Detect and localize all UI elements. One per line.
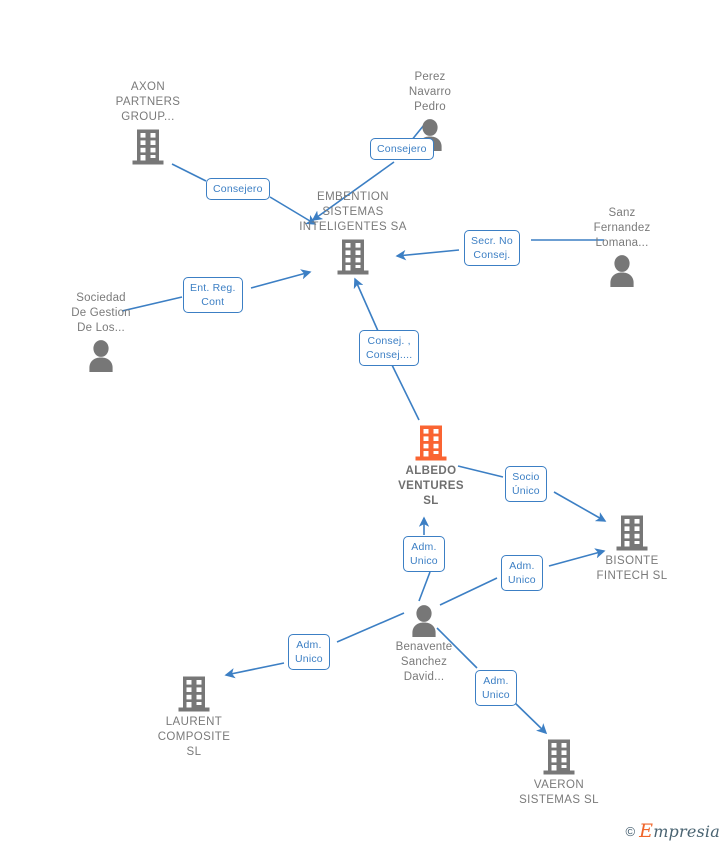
building-icon — [177, 675, 211, 713]
edge-line-badge-embention-5 — [353, 277, 379, 332]
node-embention-sistemas-inteligentes-sa[interactable]: EMBENTION SISTEMAS INTELIGENTES SA — [268, 190, 438, 276]
edge-badge-adm-unico-bisonte[interactable]: Adm. Unico — [501, 555, 543, 591]
building-icon — [336, 238, 370, 276]
relationship-diagram-canvas: Perez Navarro Pedro AXON PARTNERS GROUP.… — [0, 0, 728, 850]
edge-badge-adm-unico-albedo[interactable]: Adm. Unico — [403, 536, 445, 572]
edge-line-adm3-laurent — [224, 662, 285, 679]
node-benavente-sanchez-david[interactable]: Benavente Sanchez David... — [364, 604, 484, 685]
node-vaeron-sistemas-sl[interactable]: VAERON SISTEMAS SL — [499, 738, 619, 808]
person-icon — [406, 604, 442, 638]
empresia-watermark: © Empresia — [626, 820, 720, 842]
person-icon — [83, 339, 119, 373]
node-bisonte-fintech-sl[interactable]: BISONTE FINTECH SL — [572, 514, 692, 584]
node-label: Sociedad De Gestion De Los... — [71, 292, 131, 334]
edge-line-benavente-adm2 — [439, 577, 498, 606]
node-label: Sanz Fernandez Lomana... — [593, 207, 651, 249]
node-label: BISONTE FINTECH SL — [596, 555, 668, 582]
edge-badge-consej-consej[interactable]: Consej. , Consej.... — [359, 330, 420, 366]
edge-line-axon-badge — [171, 163, 207, 182]
edge-line-albedo-badge — [391, 364, 420, 421]
node-label: ALBEDO VENTURES SL — [398, 465, 464, 507]
empresia-logo-rest: mpresia — [653, 822, 720, 841]
node-axon-partners-group[interactable]: AXON PARTNERS GROUP... — [88, 80, 208, 166]
copyright-icon: © — [625, 823, 636, 839]
node-laurent-composite-sl[interactable]: LAURENT COMPOSITE SL — [134, 675, 254, 760]
node-label: VAERON SISTEMAS SL — [519, 779, 599, 806]
node-label: Benavente Sanchez David... — [395, 641, 453, 683]
building-icon — [131, 128, 165, 166]
edge-badge-consejero-axon[interactable]: Consejero — [206, 178, 270, 200]
edge-badge-secr-no-consej[interactable]: Secr. No Consej. — [464, 230, 520, 266]
building-icon — [542, 738, 576, 776]
building-icon — [414, 424, 448, 462]
edge-badge-socio-unico[interactable]: Socio Único — [505, 466, 547, 502]
node-sociedad-de-gestion-de-los[interactable]: Sociedad De Gestion De Los... — [41, 291, 161, 373]
building-icon — [615, 514, 649, 552]
edge-line-adm4-vaeron — [511, 699, 548, 735]
node-sanz-fernandez-lomana[interactable]: Sanz Fernandez Lomana... — [562, 206, 682, 288]
node-label: AXON PARTNERS GROUP... — [115, 81, 181, 123]
empresia-logo: Empresia — [639, 820, 720, 842]
node-albedo-ventures-sl[interactable]: ALBEDO VENTURES SL — [371, 424, 491, 509]
edge-badge-adm-unico-vaeron[interactable]: Adm. Unico — [475, 670, 517, 706]
edge-line-benavente-adm1 — [418, 571, 431, 602]
edge-badge-adm-unico-laurent[interactable]: Adm. Unico — [288, 634, 330, 670]
node-label: LAURENT COMPOSITE SL — [157, 716, 231, 758]
person-icon — [604, 254, 640, 288]
edge-badge-consejero-perez[interactable]: Consejero — [370, 138, 434, 160]
edge-badge-ent-reg-cont[interactable]: Ent. Reg. Cont — [183, 277, 243, 313]
node-label: EMBENTION SISTEMAS INTELIGENTES SA — [299, 191, 407, 233]
node-label: Perez Navarro Pedro — [408, 71, 452, 113]
empresia-logo-initial: E — [639, 820, 654, 842]
